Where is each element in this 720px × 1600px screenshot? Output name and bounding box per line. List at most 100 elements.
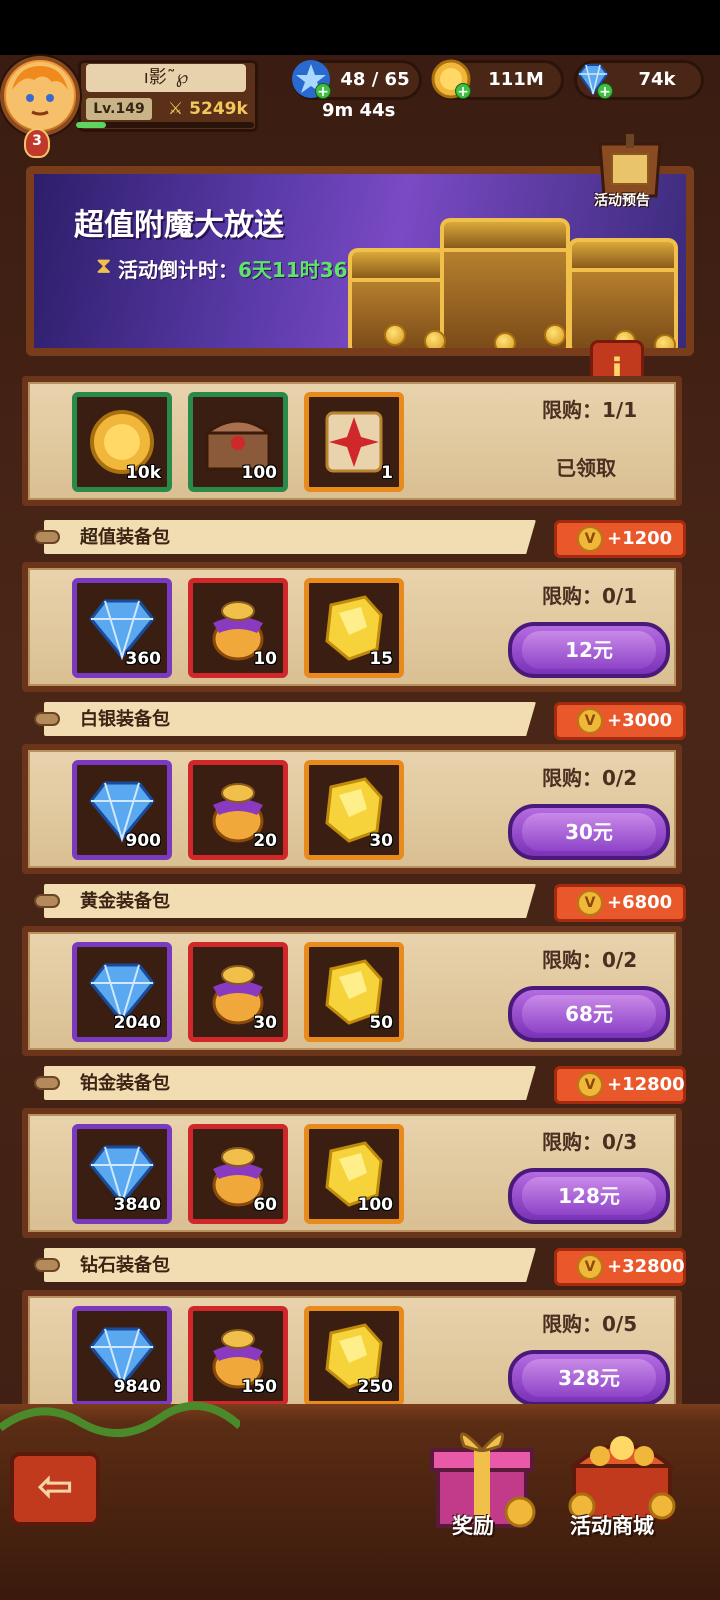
power-value: 5249k	[189, 99, 248, 119]
gem-resource[interactable]: + 74k	[574, 60, 704, 100]
reward-slot[interactable]: 100	[304, 1124, 404, 1224]
buy-button[interactable]: 328元	[508, 1350, 670, 1406]
reward-qty: 50	[369, 1013, 393, 1033]
vip-coin-icon: V	[577, 526, 603, 552]
xp-bar	[76, 122, 254, 128]
purchase-limit: 限购：0/3	[542, 1130, 638, 1154]
reward-slot[interactable]: 150	[188, 1306, 288, 1406]
reward-qty: 100	[241, 463, 278, 483]
vip-points-badge: V +6800	[554, 884, 686, 922]
vip-coin-icon: V	[577, 1072, 603, 1098]
claimed-status: 已领取	[556, 456, 616, 480]
pack-title: 白银装备包	[44, 702, 536, 736]
rope-decoration	[34, 712, 60, 726]
reward-slot[interactable]: 360	[72, 578, 172, 678]
gold-resource[interactable]: + 111M	[431, 59, 564, 100]
hero-portrait-icon	[6, 62, 74, 130]
pack-title: 超值装备包	[44, 520, 536, 554]
reward-slot[interactable]: 60	[188, 1124, 288, 1224]
gold-add-icon[interactable]: +	[455, 83, 471, 100]
reward-slot[interactable]: 100	[188, 392, 288, 492]
reward-slot[interactable]: 50	[304, 942, 404, 1042]
player-name: ı影˜℘	[86, 64, 246, 92]
player-level: Lv.149	[86, 98, 152, 120]
vip-coin-icon: V	[577, 890, 603, 916]
reward-qty: 10	[253, 649, 277, 669]
reward-qty: 10k	[126, 463, 161, 483]
reward-qty: 100	[357, 1195, 394, 1215]
purchase-limit: 限购：0/2	[542, 948, 638, 972]
purchase-limit: 限购：0/2	[542, 766, 638, 790]
hourglass-icon: ⧗	[96, 254, 112, 279]
stamina-resource[interactable]: + 48 / 65	[292, 60, 422, 100]
rope-decoration	[34, 1258, 60, 1272]
pack-list[interactable]: 10k 100 1 限购：1/1 已领取 超值装备包 V +1200 360 1…	[14, 376, 686, 1406]
price-label: 12元	[522, 631, 656, 669]
sword-icon: ⚔	[168, 99, 190, 119]
back-button[interactable]: ⇦	[10, 1452, 100, 1526]
pack-board: 3840 60 100 限购：0/3 128元	[22, 1108, 682, 1238]
pack-board: 10k 100 1 限购：1/1 已领取	[22, 376, 682, 506]
player-avatar[interactable]	[0, 56, 80, 136]
stamina-value: 48 / 65	[340, 69, 410, 90]
reward-qty: 60	[253, 1195, 277, 1215]
gem-add-icon[interactable]: +	[597, 83, 613, 100]
reward-slot[interactable]: 10	[188, 578, 288, 678]
reward-slot[interactable]: 900	[72, 760, 172, 860]
pack-board: 900 20 30 限购：0/2 30元	[22, 744, 682, 874]
rope-decoration	[34, 894, 60, 908]
buy-button[interactable]: 30元	[508, 804, 670, 860]
reward-slot[interactable]: 2040	[72, 942, 172, 1042]
vip-points-value: +12800	[607, 1074, 685, 1095]
event-shop-label[interactable]: 活动商城	[570, 1510, 654, 1540]
reward-slot[interactable]: 20	[188, 760, 288, 860]
stamina-add-icon[interactable]: +	[315, 83, 331, 100]
reward-qty: 20	[253, 831, 277, 851]
countdown-label: 活动倒计时：	[118, 258, 238, 282]
vip-badge: 3	[24, 128, 50, 158]
pack-board: 9840 150 250 限购：0/5 328元	[22, 1290, 682, 1406]
rope-decoration	[34, 530, 60, 544]
buy-button[interactable]: 128元	[508, 1168, 670, 1224]
vip-points-value: +6800	[607, 892, 673, 913]
vip-points-badge: V +12800	[554, 1066, 686, 1104]
buy-button[interactable]: 12元	[508, 622, 670, 678]
reward-slot[interactable]: 250	[304, 1306, 404, 1406]
pack-board: 2040 30 50 限购：0/2 68元	[22, 926, 682, 1056]
buy-button[interactable]: 68元	[508, 986, 670, 1042]
vip-coin-icon: V	[577, 708, 603, 734]
pack-board: 360 10 15 限购：0/1 12元	[22, 562, 682, 692]
reward-qty: 250	[357, 1377, 394, 1397]
vip-points-badge: V +32800	[554, 1248, 686, 1286]
price-label: 68元	[522, 995, 656, 1033]
reward-slot[interactable]: 1	[304, 392, 404, 492]
pack-title: 钻石装备包	[44, 1248, 536, 1282]
price-label: 30元	[522, 813, 656, 851]
reward-qty: 9840	[113, 1377, 161, 1397]
reward-qty: 15	[369, 649, 393, 669]
reward-qty: 3840	[113, 1195, 161, 1215]
event-title: 超值附魔大放送	[74, 208, 284, 243]
reward-slot[interactable]: 3840	[72, 1124, 172, 1224]
reward-slot[interactable]: 9840	[72, 1306, 172, 1406]
reward-slot[interactable]: 30	[304, 760, 404, 860]
purchase-limit: 限购：0/5	[542, 1312, 638, 1336]
reward-qty: 150	[241, 1377, 278, 1397]
reward-qty: 30	[253, 1013, 277, 1033]
reward-qty: 1	[381, 463, 393, 483]
event-countdown: 活动倒计时：6天11时36分	[118, 254, 368, 283]
reward-qty: 900	[125, 831, 162, 851]
vip-points-value: +3000	[607, 710, 673, 731]
rewards-label[interactable]: 奖励	[452, 1510, 494, 1540]
reward-slot[interactable]: 15	[304, 578, 404, 678]
price-label: 328元	[522, 1359, 656, 1397]
reward-slot[interactable]: 10k	[72, 392, 172, 492]
purchase-limit: 限购：1/1	[542, 398, 638, 422]
reward-qty: 30	[369, 831, 393, 851]
purchase-limit: 限购：0/1	[542, 584, 638, 608]
event-preview-label[interactable]: 活动预告	[594, 190, 650, 210]
player-power: ⚔ 5249k	[168, 96, 248, 122]
vip-coin-icon: V	[577, 1254, 603, 1280]
reward-slot[interactable]: 30	[188, 942, 288, 1042]
pack-title: 黄金装备包	[44, 884, 536, 918]
